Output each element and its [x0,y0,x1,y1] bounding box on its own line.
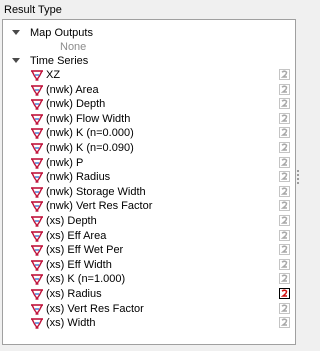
time-series-chart-icon [30,243,44,257]
tree-item-label: (nwk) K (n=0.090) [46,142,134,154]
tree-item-time-series[interactable]: (nwk) Flow Width [3,112,295,127]
secondary-axis-toggle-icon[interactable] [279,229,290,241]
secondary-axis-toggle-icon[interactable] [279,258,290,270]
tree-item-label: (nwk) K (n=0.000) [46,127,134,140]
tree-item-label: (nwk) Area [46,83,99,96]
time-series-chart-icon [30,97,44,111]
secondary-axis-toggle-icon[interactable] [279,316,290,329]
secondary-axis-toggle-icon[interactable] [279,141,290,153]
tree-item-label: (xs) Eff Width [46,258,112,271]
tree-item-label: (nwk) Depth [46,98,106,111]
time-series-chart-icon [30,316,44,330]
result-type-tree[interactable]: Map Outputs None Time Series XZ (nwk) Are… [2,19,296,345]
tree-item-time-series[interactable]: (xs) Eff Width [3,258,295,273]
time-series-chart-icon [30,185,44,199]
secondary-axis-toggle-icon[interactable] [279,199,290,212]
time-series-chart-icon [30,229,44,243]
tree-group-label: Time Series [30,55,89,67]
time-series-chart-icon [30,126,44,140]
tree-item-label: (xs) Eff Wet Per [46,244,124,257]
secondary-axis-toggle-icon[interactable] [279,243,290,256]
tree-item-none: None [3,40,295,55]
tree-item-time-series[interactable]: (nwk) K (n=0.090) [3,141,295,156]
expand-triangle-icon[interactable] [11,26,21,40]
secondary-axis-toggle-icon[interactable] [279,170,290,183]
secondary-axis-toggle-icon[interactable] [279,272,290,285]
secondary-axis-toggle-icon[interactable] [279,97,290,110]
secondary-axis-toggle-icon[interactable] [279,185,290,197]
tree-item-label: (nwk) Storage Width [46,185,146,198]
tree-item-time-series[interactable]: (xs) Vert Res Factor [3,302,295,317]
time-series-chart-icon [30,199,44,213]
time-series-chart-icon [30,141,44,155]
tree-item-time-series[interactable]: (nwk) Storage Width [3,185,295,200]
tree-item-time-series[interactable]: (xs) K (n=1.000) [3,272,295,287]
tree-item-label: XZ [46,69,61,81]
time-series-chart-icon [30,272,44,286]
time-series-chart-icon [30,302,44,316]
tree-item-label: (xs) Eff Area [46,229,107,242]
tree-item-time-series[interactable]: (nwk) Depth [3,97,295,112]
tree-item-time-series[interactable]: (nwk) Vert Res Factor [3,199,295,214]
tree-item-label: (nwk) Flow Width [46,112,131,125]
time-series-chart-icon [30,83,44,97]
tree-item-time-series[interactable]: (xs) Eff Wet Per [3,243,295,258]
time-series-chart-icon [30,287,44,301]
tree-item-time-series[interactable]: (nwk) Area [3,83,295,98]
tree-item-label: (nwk) P [46,156,84,169]
time-series-chart-icon [30,214,44,228]
tree-item-time-series[interactable]: (nwk) Radius [3,170,295,185]
tree-item-time-series[interactable]: (xs) Width [3,316,295,331]
tree-item-time-series[interactable]: (nwk) P [3,156,295,171]
secondary-axis-toggle-icon[interactable] [279,214,290,226]
secondary-axis-toggle-icon[interactable] [279,68,290,80]
tree-group-map-outputs[interactable]: Map Outputs [3,26,295,41]
time-series-chart-icon [30,170,44,184]
tree-item-label: (nwk) Radius [46,171,111,184]
splitter-grip[interactable] [297,170,299,184]
time-series-chart-icon [30,68,44,82]
tree-item-label: (xs) Depth [46,215,97,227]
expand-triangle-icon[interactable] [11,54,21,68]
time-series-chart-icon [30,156,44,170]
result-type-title: Result Type [4,4,62,16]
tree-item-time-series[interactable]: (xs) Depth [3,214,295,229]
tree-item-time-series[interactable]: (nwk) K (n=0.000) [3,126,295,141]
tree-group-time-series[interactable]: Time Series [3,54,295,69]
tree-item-time-series[interactable]: (xs) Radius [3,287,295,302]
tree-item-label: (xs) Vert Res Factor [46,302,144,315]
secondary-axis-toggle-icon[interactable] [279,83,290,95]
tree-item-time-series[interactable]: XZ [3,68,295,83]
secondary-axis-toggle-icon[interactable] [279,287,290,299]
time-series-chart-icon [30,112,44,126]
tree-item-label: None [60,41,87,53]
tree-item-label: (xs) Radius [46,288,102,300]
tree-item-label: (xs) K (n=1.000) [46,273,126,286]
secondary-axis-toggle-icon[interactable] [279,156,290,168]
tree-item-label: (xs) Width [46,317,96,330]
secondary-axis-toggle-icon[interactable] [279,302,290,314]
tree-item-time-series[interactable]: (xs) Eff Area [3,229,295,244]
tree-item-label: (nwk) Vert Res Factor [46,200,153,213]
tree-group-label: Map Outputs [30,27,93,39]
secondary-axis-toggle-icon[interactable] [279,126,290,139]
secondary-axis-toggle-icon[interactable] [279,112,290,124]
time-series-chart-icon [30,258,44,272]
